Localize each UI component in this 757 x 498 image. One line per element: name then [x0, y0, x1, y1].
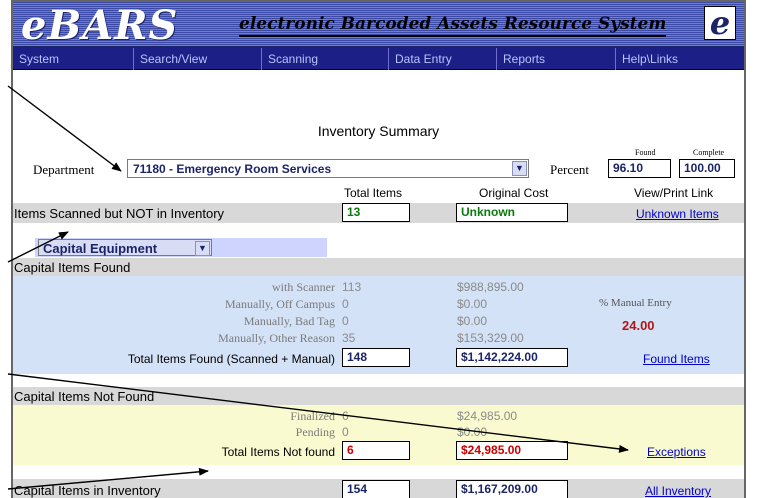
found-section-header: Capital Items Found: [13, 258, 744, 276]
found-row-label: Manually, Bad Tag: [243, 314, 335, 328]
not-found-row-count: 0: [342, 425, 349, 439]
manual-entry-label: % Manual Entry: [599, 297, 672, 309]
found-total-field: 148: [342, 348, 410, 367]
found-row-count: 0: [342, 314, 349, 328]
found-label: Found: [635, 148, 656, 157]
found-percent-field: 96.10: [608, 159, 671, 178]
menu-system[interactable]: System: [13, 48, 134, 70]
unknown-items-link[interactable]: Unknown Items: [636, 207, 719, 221]
found-row-cost: $0.00: [457, 314, 488, 328]
department-label: Department: [33, 162, 95, 177]
manual-entry-value: 24.00: [622, 318, 655, 333]
not-in-inventory-cost: Unknown: [456, 203, 568, 222]
col-view-print: View/Print Link: [634, 186, 714, 200]
chevron-down-icon[interactable]: ▼: [195, 241, 210, 256]
found-row-cost: $0.00: [457, 297, 488, 311]
percent-label: Percent: [550, 162, 589, 177]
app-header: eBARS electronic Barcoded Assets Resourc…: [13, 2, 744, 49]
ebars-logo: eBARS: [21, 2, 179, 49]
inventory-cost-field: $1,167,209.00: [456, 480, 568, 498]
found-row-cost: $153,329.00: [457, 331, 524, 345]
category-value: Capital Equipment: [43, 241, 158, 256]
complete-label: Complete: [693, 148, 725, 157]
found-section-label: Capital Items Found: [14, 260, 131, 275]
not-found-row-count: 6: [342, 409, 349, 423]
menu-data-entry[interactable]: Data Entry: [389, 48, 497, 70]
not-found-total-label: Total Items Not found: [221, 445, 335, 459]
department-select[interactable]: 71180 - Emergency Room Services ▼: [127, 159, 529, 178]
found-cost-field: $1,142,224.00: [456, 348, 568, 367]
not-found-block: Finalized 6 $24,985.00 Pending 0 $0.00 T…: [13, 405, 744, 465]
inventory-row: Capital Items in Inventory 154 $1,167,20…: [13, 479, 744, 498]
found-row-label: with Scanner: [272, 280, 335, 294]
found-row-count: 113: [342, 280, 362, 294]
all-inventory-link[interactable]: All Inventory: [645, 484, 711, 498]
found-row-label: Manually, Other Reason: [218, 331, 335, 345]
not-in-inventory-total: 13: [342, 203, 410, 222]
not-found-row-label: Pending: [295, 425, 335, 439]
chevron-down-icon[interactable]: ▼: [512, 161, 527, 176]
not-found-cost-field: $24,985.00: [456, 441, 568, 460]
menu-reports[interactable]: Reports: [497, 48, 616, 70]
not-found-total-field: 6: [342, 441, 410, 460]
category-select[interactable]: Capital Equipment ▼: [38, 239, 212, 256]
not-found-row-cost: $24,985.00: [457, 409, 518, 423]
page-title: Inventory Summary: [317, 123, 440, 139]
found-row-cost: $988,895.00: [457, 280, 524, 294]
menu-search-view[interactable]: Search/View: [134, 48, 262, 70]
not-found-row-cost: $0.00: [457, 425, 488, 439]
exceptions-link[interactable]: Exceptions: [647, 445, 706, 459]
main-menu: System Search/View Scanning Data Entry R…: [13, 48, 744, 70]
complete-percent-field: 100.00: [679, 159, 735, 178]
found-total-label: Total Items Found (Scanned + Manual): [127, 352, 335, 366]
e-logo-icon: e: [704, 6, 736, 40]
not-found-row-label: Finalized: [290, 409, 335, 423]
found-items-link[interactable]: Found Items: [643, 352, 710, 366]
col-original-cost: Original Cost: [479, 186, 549, 200]
category-select-bar: Capital Equipment ▼: [35, 238, 327, 257]
department-value: 71180 - Emergency Room Services: [133, 162, 332, 176]
not-in-inventory-label: Items Scanned but NOT in Inventory: [14, 206, 225, 221]
found-row-count: 0: [342, 297, 349, 311]
found-row-count: 35: [342, 331, 356, 345]
not-found-section-header: Capital Items Not Found: [13, 387, 744, 405]
inventory-label: Capital Items in Inventory: [14, 483, 161, 498]
inventory-total-field: 154: [342, 480, 410, 498]
app-frame: eBARS electronic Barcoded Assets Resourc…: [11, 0, 746, 498]
col-total-items: Total Items: [344, 186, 403, 200]
menu-scanning[interactable]: Scanning: [262, 48, 389, 70]
not-in-inventory-row: Items Scanned but NOT in Inventory 13 Un…: [13, 203, 744, 223]
menu-help-links[interactable]: Help\Links: [616, 48, 744, 70]
main-content: Inventory Summary Department 71180 - Eme…: [13, 71, 744, 498]
not-found-section-label: Capital Items Not Found: [14, 389, 155, 404]
found-row-label: Manually, Off Campus: [225, 297, 335, 311]
app-tagline: electronic Barcoded Assets Resource Syst…: [239, 14, 667, 37]
